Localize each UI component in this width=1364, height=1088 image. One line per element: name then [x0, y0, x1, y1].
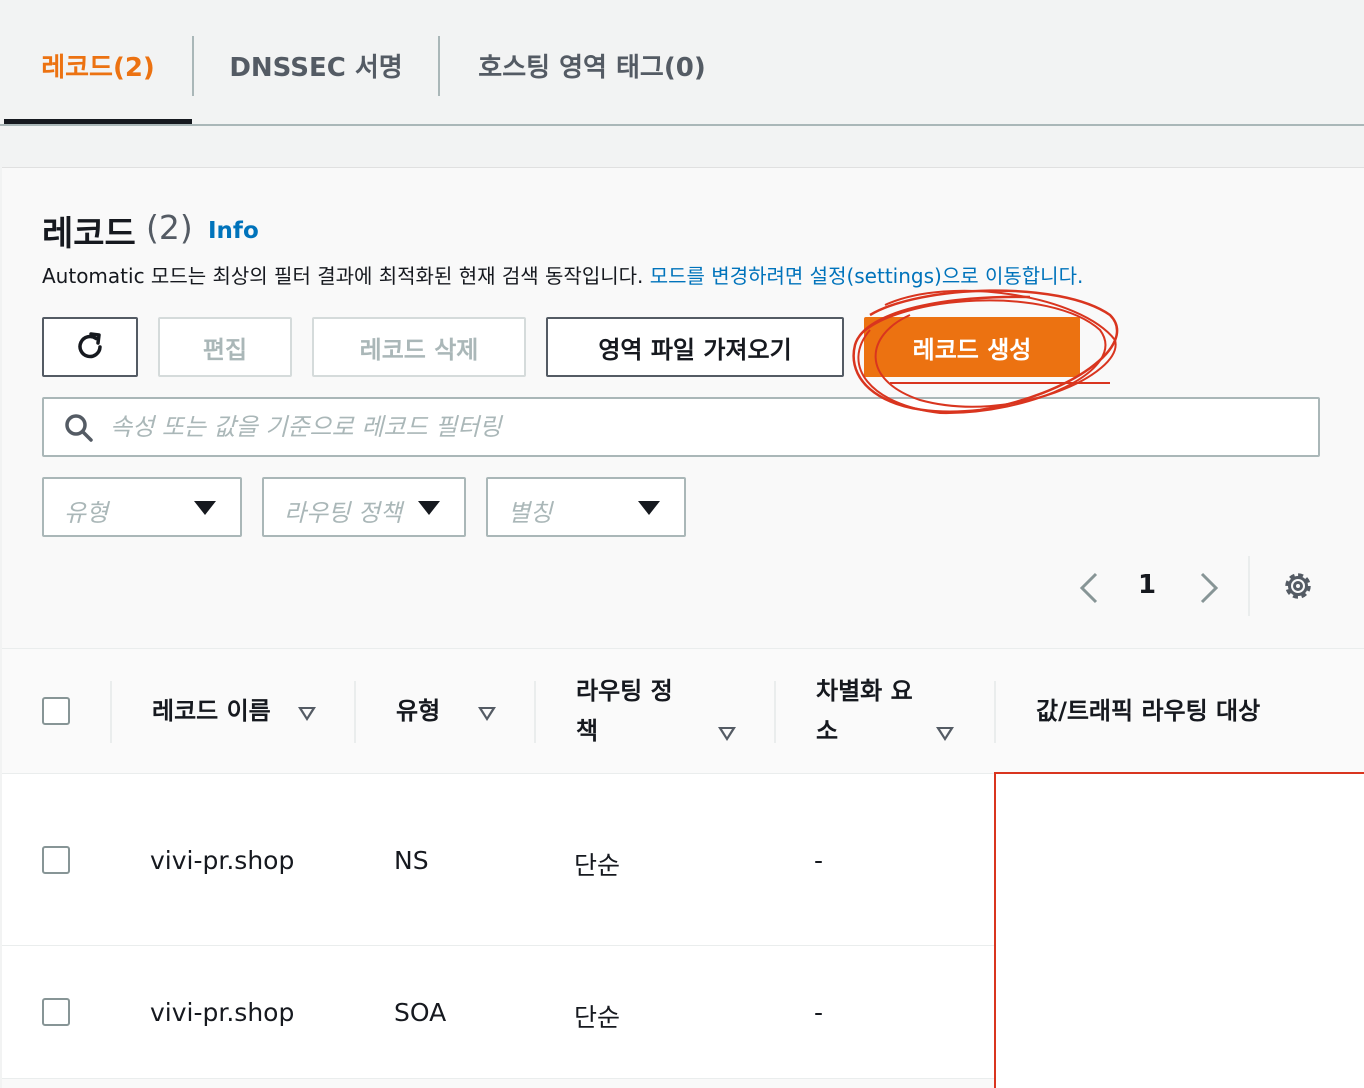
- info-link[interactable]: Info: [208, 218, 259, 244]
- tab-bar: 레코드(2) DNSSEC 서명 호스팅 영역 태그(0): [0, 0, 1364, 126]
- delete-record-button[interactable]: 레코드 삭제: [312, 317, 526, 377]
- header-routing-policy-line1: 라우팅 정: [576, 677, 673, 705]
- previous-page-icon[interactable]: [1074, 568, 1104, 608]
- header-type: 유형: [396, 697, 441, 725]
- settings-link[interactable]: 모드를 변경하려면 설정(settings)으로 이동합니다.: [650, 264, 1084, 288]
- routing-policy-filter-select[interactable]: 라우팅 정책: [262, 477, 466, 537]
- header-value-routing-target: 값/트래픽 라우팅 대상: [1036, 697, 1261, 725]
- caret-down-icon: [194, 501, 216, 515]
- header-differentiator-line2: 소: [816, 717, 839, 745]
- page-title: 레코드: [42, 214, 136, 254]
- description-text: Automatic 모드는 최상의 필터 결과에 최적화된 현재 검색 동작입니…: [42, 264, 644, 288]
- cell-differentiator: -: [814, 998, 824, 1027]
- search-icon: [65, 414, 93, 442]
- next-page-icon[interactable]: [1194, 568, 1224, 608]
- cell-differentiator: -: [814, 846, 824, 875]
- caret-down-icon: [638, 501, 660, 515]
- alias-filter-placeholder: 별칭: [508, 499, 553, 527]
- active-tab-indicator: [4, 119, 192, 124]
- alias-filter-select[interactable]: 별칭: [486, 477, 686, 537]
- caret-down-icon: [418, 501, 440, 515]
- column-divider: [994, 681, 996, 743]
- cell-record-name: vivi-pr.shop: [150, 846, 295, 875]
- redaction-box: [994, 772, 1364, 1088]
- header-record-name: 레코드 이름: [152, 697, 271, 725]
- panel-description: Automatic 모드는 최상의 필터 결과에 최적화된 현재 검색 동작입니…: [42, 260, 1083, 289]
- tab-dnssec[interactable]: DNSSEC 서명: [194, 40, 438, 90]
- refresh-button[interactable]: [42, 317, 138, 377]
- type-filter-placeholder: 유형: [64, 499, 109, 527]
- header-routing-policy-line2: 책: [576, 717, 599, 745]
- cell-record-name: vivi-pr.shop: [150, 998, 295, 1027]
- sort-icon[interactable]: [478, 707, 496, 721]
- cell-type: NS: [394, 846, 429, 875]
- edit-button[interactable]: 편집: [158, 317, 292, 377]
- cell-routing-policy: 단순: [574, 851, 621, 880]
- current-page-number[interactable]: 1: [1138, 570, 1156, 600]
- sort-icon[interactable]: [936, 727, 954, 741]
- cell-routing-policy: 단순: [574, 1003, 621, 1032]
- refresh-icon: [78, 332, 102, 359]
- tab-records[interactable]: 레코드(2): [4, 40, 192, 90]
- create-record-button[interactable]: 레코드 생성: [864, 317, 1080, 377]
- record-filter-search: [42, 397, 1320, 457]
- column-divider: [774, 681, 776, 743]
- records-count: (2): [146, 208, 193, 247]
- table-header: 레코드 이름 유형 라우팅 정 책 차별화 요 소 값/트래픽 라우팅 대상: [2, 648, 1364, 774]
- routing-policy-filter-placeholder: 라우팅 정책: [284, 499, 403, 527]
- row-checkbox[interactable]: [42, 998, 70, 1026]
- type-filter-select[interactable]: 유형: [42, 477, 242, 537]
- tab-hosted-zone-tags[interactable]: 호스팅 영역 태그(0): [440, 40, 744, 90]
- gear-icon[interactable]: [1280, 568, 1316, 604]
- search-input[interactable]: [110, 405, 1300, 449]
- sort-icon[interactable]: [298, 707, 316, 721]
- column-divider: [110, 681, 112, 743]
- header-differentiator-line1: 차별화 요: [816, 677, 913, 705]
- column-divider: [354, 681, 356, 743]
- cell-type: SOA: [394, 998, 447, 1027]
- column-divider: [534, 681, 536, 743]
- import-zone-file-button[interactable]: 영역 파일 가져오기: [546, 317, 844, 377]
- pager-divider: [1248, 556, 1250, 616]
- select-all-checkbox[interactable]: [42, 697, 70, 725]
- row-checkbox[interactable]: [42, 846, 70, 874]
- sort-icon[interactable]: [718, 727, 736, 741]
